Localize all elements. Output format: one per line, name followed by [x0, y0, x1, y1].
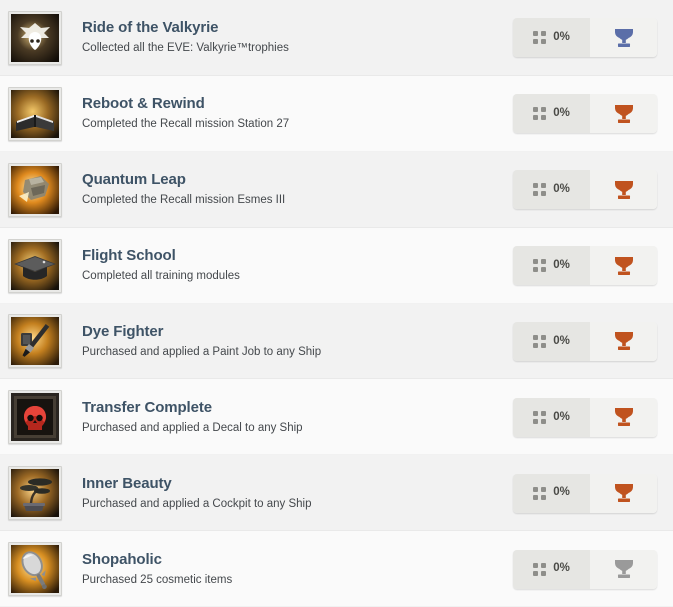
achievement-text: Quantum Leap Completed the Recall mission…	[62, 171, 513, 208]
achievement-progress[interactable]: 0%	[513, 473, 590, 513]
achievement-controls: 0%	[513, 321, 657, 361]
achievement-controls: 0%	[513, 246, 657, 286]
achievement-thumbnail	[8, 542, 62, 597]
achievement-row[interactable]: Reboot & Rewind Completed the Recall miss…	[0, 75, 673, 152]
achievement-row[interactable]: Flight School Completed all training modu…	[0, 227, 673, 304]
achievement-status-box[interactable]: 0%	[513, 321, 657, 361]
achievement-thumbnail	[8, 314, 62, 369]
achievement-progress-percent: 0%	[553, 31, 570, 44]
grid-dots-icon	[533, 31, 547, 45]
graduation-cap-icon	[11, 241, 59, 290]
achievement-title: Dye Fighter	[82, 322, 164, 340]
achievement-row[interactable]: Quantum Leap Completed the Recall mission…	[0, 151, 673, 228]
trophy-icon[interactable]	[590, 549, 657, 589]
achievement-controls: 0%	[513, 170, 657, 210]
achievement-controls: 0%	[513, 397, 657, 437]
achievement-text: Ride of the Valkyrie Collected all the EV…	[62, 19, 513, 56]
explosion-wreck-icon	[11, 165, 59, 214]
paint-brush-icon	[11, 317, 59, 366]
trophy-icon[interactable]	[590, 170, 657, 210]
achievement-thumbnail	[8, 162, 62, 217]
achievement-title: Inner Beauty	[82, 474, 172, 492]
achievement-text: Shopaholic Purchased 25 cosmetic items	[62, 551, 513, 588]
achievement-thumbnail	[8, 86, 62, 141]
achievement-controls: 0%	[513, 18, 657, 58]
achievement-progress-percent: 0%	[553, 334, 570, 347]
achievement-status-box[interactable]: 0%	[513, 94, 657, 134]
achievement-controls: 0%	[513, 94, 657, 134]
trophy-icon[interactable]	[590, 397, 657, 437]
achievement-progress-percent: 0%	[553, 182, 570, 195]
grid-dots-icon	[533, 107, 547, 121]
valkyrie-winged-skull-icon	[11, 13, 59, 62]
achievement-row[interactable]: Shopaholic Purchased 25 cosmetic items 0%	[0, 531, 673, 607]
achievement-status-box[interactable]: 0%	[513, 170, 657, 210]
achievements-list: Ride of the Valkyrie Collected all the EV…	[0, 0, 673, 607]
achievement-progress[interactable]: 0%	[513, 170, 590, 210]
achievement-text: Inner Beauty Purchased and applied a Cock…	[62, 475, 513, 512]
achievement-text: Flight School Completed all training modu…	[62, 247, 513, 284]
achievement-description: Purchased and applied a Decal to any Shi…	[82, 421, 303, 434]
achievement-title: Quantum Leap	[82, 171, 186, 189]
achievement-text: Transfer Complete Purchased and applied a…	[62, 399, 513, 436]
achievement-progress-percent: 0%	[553, 486, 570, 499]
trophy-icon[interactable]	[590, 321, 657, 361]
bonsai-tree-icon	[11, 469, 59, 518]
achievement-description: Purchased 25 cosmetic items	[82, 573, 233, 586]
achievement-title: Transfer Complete	[82, 398, 213, 416]
achievement-description: Completed the Recall mission Esmes III	[82, 194, 286, 207]
achievement-thumbnail	[8, 238, 62, 293]
achievement-title: Reboot & Rewind	[82, 95, 205, 113]
achievement-progress[interactable]: 0%	[513, 246, 590, 286]
achievement-progress[interactable]: 0%	[513, 321, 590, 361]
achievement-status-box[interactable]: 0%	[513, 246, 657, 286]
hand-mirror-icon	[11, 545, 59, 594]
achievement-progress-percent: 0%	[553, 410, 570, 423]
achievement-thumbnail	[8, 466, 62, 521]
achievement-thumbnail	[8, 10, 62, 65]
grid-dots-icon	[533, 183, 547, 197]
achievement-title: Ride of the Valkyrie	[82, 19, 219, 37]
achievement-progress[interactable]: 0%	[513, 94, 590, 134]
achievement-title: Shopaholic	[82, 550, 162, 568]
grid-dots-icon	[533, 259, 547, 273]
trophy-icon[interactable]	[590, 473, 657, 513]
trophy-icon[interactable]	[590, 18, 657, 58]
achievement-progress-percent: 0%	[553, 562, 570, 575]
achievement-text: Reboot & Rewind Completed the Recall miss…	[62, 95, 513, 132]
achievement-controls: 0%	[513, 473, 657, 513]
achievement-description: Completed the Recall mission Station 27	[82, 118, 290, 131]
achievement-row[interactable]: Transfer Complete Purchased and applied a…	[0, 379, 673, 456]
achievement-title: Flight School	[82, 247, 176, 265]
achievement-controls: 0%	[513, 549, 657, 589]
open-book-icon	[11, 89, 59, 138]
achievement-progress[interactable]: 0%	[513, 549, 590, 589]
grid-dots-icon	[533, 410, 547, 424]
achievement-description: Purchased and applied a Cockpit to any S…	[82, 497, 312, 510]
achievement-status-box[interactable]: 0%	[513, 397, 657, 437]
achievement-text: Dye Fighter Purchased and applied a Paint…	[62, 323, 513, 360]
achievement-status-box[interactable]: 0%	[513, 18, 657, 58]
achievement-progress-percent: 0%	[553, 107, 570, 120]
trophy-icon[interactable]	[590, 94, 657, 134]
achievement-row[interactable]: Dye Fighter Purchased and applied a Paint…	[0, 303, 673, 380]
grid-dots-icon	[533, 334, 547, 348]
grid-dots-icon	[533, 562, 547, 576]
achievement-thumbnail	[8, 390, 62, 445]
achievement-description: Purchased and applied a Paint Job to any…	[82, 345, 322, 358]
grid-dots-icon	[533, 486, 547, 500]
achievement-row[interactable]: Inner Beauty Purchased and applied a Cock…	[0, 455, 673, 532]
achievement-progress[interactable]: 0%	[513, 18, 590, 58]
achievement-progress-percent: 0%	[553, 258, 570, 271]
achievement-progress[interactable]: 0%	[513, 397, 590, 437]
achievement-status-box[interactable]: 0%	[513, 473, 657, 513]
trophy-icon[interactable]	[590, 246, 657, 286]
achievement-status-box[interactable]: 0%	[513, 549, 657, 589]
achievement-description: Completed all training modules	[82, 270, 240, 283]
red-skull-decal-icon	[11, 393, 59, 442]
achievement-description: Collected all the EVE: Valkyrie™trophies	[82, 42, 289, 55]
achievement-row[interactable]: Ride of the Valkyrie Collected all the EV…	[0, 0, 673, 76]
